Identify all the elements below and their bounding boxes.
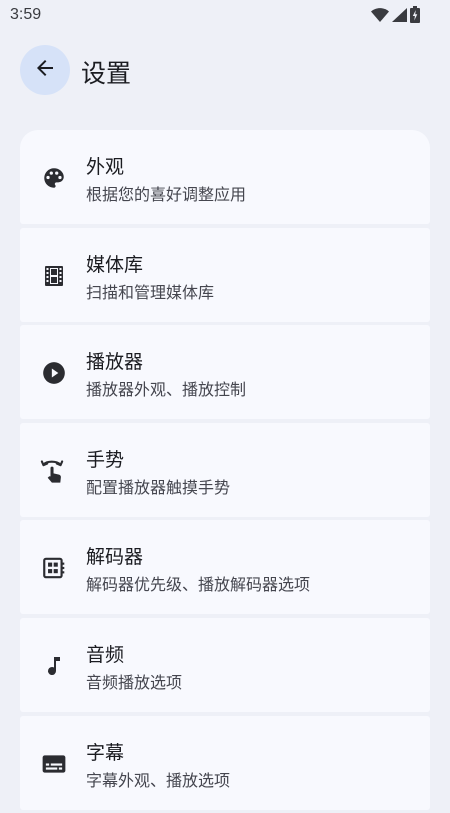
swipe-gesture-icon — [40, 457, 68, 485]
item-title: 外观 — [86, 156, 125, 178]
item-subtitle: 解码器优先级、播放解码器选项 — [86, 575, 311, 595]
settings-item-player[interactable]: 播放器 播放器外观、播放控制 — [20, 325, 430, 420]
item-subtitle: 播放器外观、播放控制 — [86, 380, 247, 400]
settings-item-gestures[interactable]: 手势 配置播放器触摸手势 — [20, 422, 430, 517]
palette-icon — [40, 164, 68, 192]
settings-list: 外观 根据您的喜好调整应用 媒体库 扫描和管理媒体库 播放器 播放器外观、播放控… — [20, 130, 430, 813]
status-time: 3:59 — [10, 6, 42, 23]
status-bar: 3:59 — [0, 0, 450, 32]
settings-item-media-library[interactable]: 媒体库 扫描和管理媒体库 — [20, 227, 430, 322]
settings-item-appearance[interactable]: 外观 根据您的喜好调整应用 — [20, 130, 430, 224]
wifi-icon — [371, 7, 389, 26]
battery-charging-icon — [410, 6, 420, 27]
item-title: 播放器 — [86, 351, 144, 374]
item-title: 字幕 — [86, 741, 125, 764]
item-title: 手势 — [86, 448, 125, 471]
item-subtitle: 扫描和管理媒体库 — [86, 282, 215, 302]
settings-item-decoder[interactable]: 解码器 解码器优先级、播放解码器选项 — [20, 520, 430, 615]
settings-item-subtitles[interactable]: 字幕 字幕外观、播放选项 — [20, 715, 430, 810]
item-subtitle: 字幕外观、播放选项 — [86, 770, 231, 790]
music-note-icon — [40, 652, 68, 680]
item-title: 音频 — [86, 643, 125, 666]
back-button[interactable] — [20, 45, 70, 95]
signal-icon — [392, 7, 407, 26]
item-subtitle: 配置播放器触摸手势 — [86, 477, 231, 497]
play-circle-icon — [40, 359, 68, 387]
decoder-icon — [40, 554, 68, 582]
app-bar: 设置 — [0, 44, 450, 96]
item-title: 解码器 — [86, 546, 144, 569]
page-title: 设置 — [81, 59, 132, 88]
settings-item-audio[interactable]: 音频 音频播放选项 — [20, 617, 430, 712]
item-title: 媒体库 — [86, 253, 144, 276]
arrow-back-icon — [33, 56, 57, 84]
film-icon — [40, 262, 68, 290]
subtitles-icon — [40, 750, 68, 778]
item-subtitle: 根据您的喜好调整应用 — [86, 185, 247, 204]
status-icons — [371, 6, 420, 27]
item-subtitle: 音频播放选项 — [86, 672, 183, 692]
